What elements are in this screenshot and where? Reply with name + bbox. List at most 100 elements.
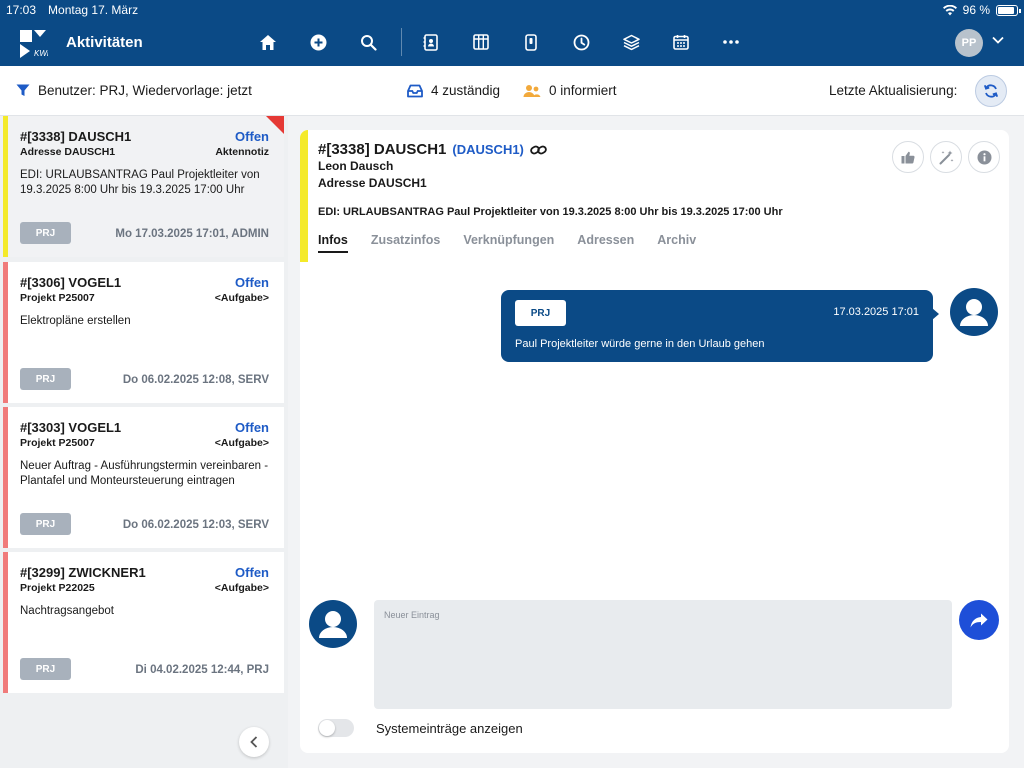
item-subject: Projekt P22025 <box>20 582 95 594</box>
item-date: Do 06.02.2025 12:08, SERV <box>122 374 269 386</box>
tab-adressen[interactable]: Adressen <box>577 233 634 253</box>
informed-count[interactable]: 0 informiert <box>523 83 617 98</box>
item-date: Di 04.02.2025 12:44, PRJ <box>135 664 269 676</box>
calendar-icon[interactable] <box>668 29 694 55</box>
inbox-icon <box>407 84 423 97</box>
detail-actions <box>892 141 1000 173</box>
magic-wand-icon <box>939 150 953 164</box>
informed-label: 0 informiert <box>549 83 617 98</box>
system-entries-label: Systemeinträge anzeigen <box>376 721 523 736</box>
item-description: Neuer Auftrag - Ausführungstermin verein… <box>20 460 269 487</box>
item-subject: Projekt P25007 <box>20 292 95 304</box>
chevron-left-icon <box>250 736 258 748</box>
status-badge: Offen <box>235 565 269 580</box>
item-type: <Aufgabe> <box>214 437 269 449</box>
item-type: <Aufgabe> <box>214 582 269 594</box>
layers-icon[interactable] <box>618 29 644 55</box>
composer-avatar-icon <box>309 600 357 648</box>
list-item[interactable]: #[3299] ZWICKNER1 Offen Projekt P22025 <… <box>3 552 284 693</box>
item-date: Do 06.02.2025 12:03, SERV <box>122 519 269 531</box>
refresh-button[interactable] <box>975 75 1007 107</box>
list-item[interactable]: #[3306] VOGEL1 Offen Projekt P25007 <Auf… <box>3 262 284 403</box>
kwp-logo: KWP <box>20 30 48 58</box>
message-text: Paul Projektleiter würde gerne in den Ur… <box>515 338 765 350</box>
device-icon[interactable] <box>518 29 544 55</box>
filter-icon <box>16 84 30 96</box>
search-icon[interactable] <box>355 29 381 55</box>
status-badge: Offen <box>235 129 269 144</box>
board-icon[interactable] <box>468 29 494 55</box>
address-ref-link[interactable]: (DAUSCH1) <box>452 142 524 157</box>
item-title: #[3306] VOGEL1 <box>20 275 122 290</box>
battery-icon <box>996 4 1021 16</box>
new-entry-field[interactable] <box>374 600 952 709</box>
item-description: Elektropläne erstellen <box>20 315 131 327</box>
tab-verknuepfungen[interactable]: Verknüpfungen <box>463 233 554 253</box>
add-icon[interactable] <box>305 29 331 55</box>
filter-summary[interactable]: Benutzer: PRJ, Wiedervorlage: jetzt <box>16 83 252 98</box>
app-header: 17:03 Montag 17. März 96 % KWP Aktivität… <box>0 0 1024 66</box>
message-user-tag: PRJ <box>515 300 566 326</box>
clock-icon[interactable] <box>568 29 594 55</box>
item-subject: Projekt P25007 <box>20 437 95 449</box>
chevron-down-icon[interactable] <box>992 36 1004 44</box>
status-bar: 17:03 Montag 17. März 96 % <box>6 2 1021 18</box>
item-title: #[3338] DAUSCH1 <box>20 129 132 144</box>
item-description: EDI: URLAUBSANTRAG Paul Projektleiter vo… <box>20 169 260 196</box>
item-description: Nachtragsangebot <box>20 605 114 617</box>
detail-title-text: #[3338] DAUSCH1 <box>318 141 447 158</box>
magic-button[interactable] <box>930 141 962 173</box>
battery-percent: 96 % <box>962 3 990 17</box>
nav-separator <box>401 28 402 56</box>
status-badge: Offen <box>235 420 269 435</box>
users-icon <box>523 84 541 97</box>
like-button[interactable] <box>892 141 924 173</box>
contact-name: Leon Dausch <box>318 159 394 173</box>
filter-text: Benutzer: PRJ, Wiedervorlage: jetzt <box>38 83 252 98</box>
main-nav <box>255 28 768 56</box>
share-arrow-icon <box>970 613 988 627</box>
user-avatar[interactable]: PP <box>955 29 983 57</box>
user-tag: PRJ <box>20 368 71 390</box>
list-item[interactable]: #[3303] VOGEL1 Offen Projekt P25007 <Auf… <box>3 407 284 548</box>
tab-zusatzinfos[interactable]: Zusatzinfos <box>371 233 440 253</box>
link-icon[interactable] <box>530 144 547 156</box>
item-date: Mo 17.03.2025 17:01, ADMIN <box>115 228 269 240</box>
status-accent-bar <box>300 130 308 262</box>
detail-description: EDI: URLAUBSANTRAG Paul Projektleiter vo… <box>318 206 783 218</box>
assigned-label: 4 zuständig <box>431 83 501 98</box>
user-tag: PRJ <box>20 513 71 535</box>
status-time: 17:03 <box>6 3 37 17</box>
tab-infos[interactable]: Infos <box>318 233 348 253</box>
contact-address: Adresse DAUSCH1 <box>318 176 427 190</box>
user-tag: PRJ <box>20 222 71 244</box>
list-item[interactable]: #[3338] DAUSCH1 Offen Adresse DAUSCH1 Ak… <box>3 116 284 257</box>
contacts-icon[interactable] <box>418 29 444 55</box>
item-subject: Adresse DAUSCH1 <box>20 146 116 158</box>
info-icon <box>977 150 991 164</box>
detail-title: #[3338] DAUSCH1 (DAUSCH1) <box>318 141 547 158</box>
message-bubble: PRJ 17.03.2025 17:01 Paul Projektleiter … <box>501 290 939 362</box>
item-type: Aktennotiz <box>215 146 269 158</box>
collapse-list-button[interactable] <box>239 727 269 757</box>
item-type: <Aufgabe> <box>214 292 269 304</box>
message-time: 17.03.2025 17:01 <box>833 306 919 318</box>
wifi-icon <box>942 4 957 15</box>
page-title: Aktivitäten <box>66 34 143 51</box>
new-entry-input[interactable] <box>374 600 952 709</box>
last-update-label: Letzte Aktualisierung: <box>829 83 958 98</box>
assigned-count[interactable]: 4 zuständig <box>407 83 500 98</box>
filter-bar: Benutzer: PRJ, Wiedervorlage: jetzt 4 zu… <box>0 66 1024 116</box>
send-button[interactable] <box>959 600 999 640</box>
thumbs-up-icon <box>901 151 915 163</box>
info-button[interactable] <box>968 141 1000 173</box>
detail-tabs: Infos Zusatzinfos Verknüpfungen Adressen… <box>318 233 719 253</box>
tab-archiv[interactable]: Archiv <box>657 233 696 253</box>
activity-detail: #[3338] DAUSCH1 (DAUSCH1) Leon Dausch Ad… <box>300 130 1009 753</box>
system-entries-toggle[interactable] <box>318 719 354 737</box>
user-avatar-icon <box>950 288 998 336</box>
user-tag: PRJ <box>20 658 71 680</box>
more-icon[interactable] <box>718 29 744 55</box>
item-title: #[3299] ZWICKNER1 <box>20 565 146 580</box>
home-icon[interactable] <box>255 29 281 55</box>
